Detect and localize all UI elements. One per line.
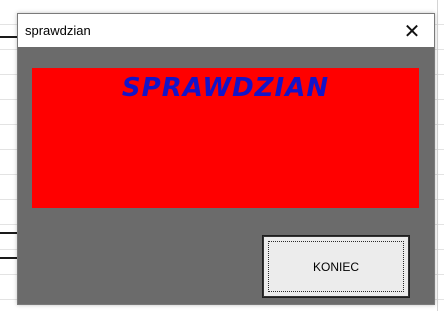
spreadsheet-cell-border (0, 232, 18, 234)
spreadsheet-cell-border (0, 257, 18, 259)
dialog-title: sprawdzian (25, 23, 91, 38)
koniec-button[interactable]: KONIEC (262, 235, 410, 298)
sprawdzian-dialog: sprawdzian ✕ SPRAWDZIAN KONIEC (17, 13, 435, 305)
spreadsheet-cell-border (0, 36, 18, 38)
koniec-button-label: KONIEC (312, 259, 359, 274)
title-banner: SPRAWDZIAN (32, 68, 419, 208)
close-button[interactable]: ✕ (390, 14, 434, 47)
close-icon: ✕ (403, 18, 421, 43)
dialog-titlebar[interactable]: sprawdzian ✕ (18, 14, 434, 47)
banner-title: SPRAWDZIAN (121, 73, 330, 103)
spreadsheet-column-line (437, 0, 438, 311)
